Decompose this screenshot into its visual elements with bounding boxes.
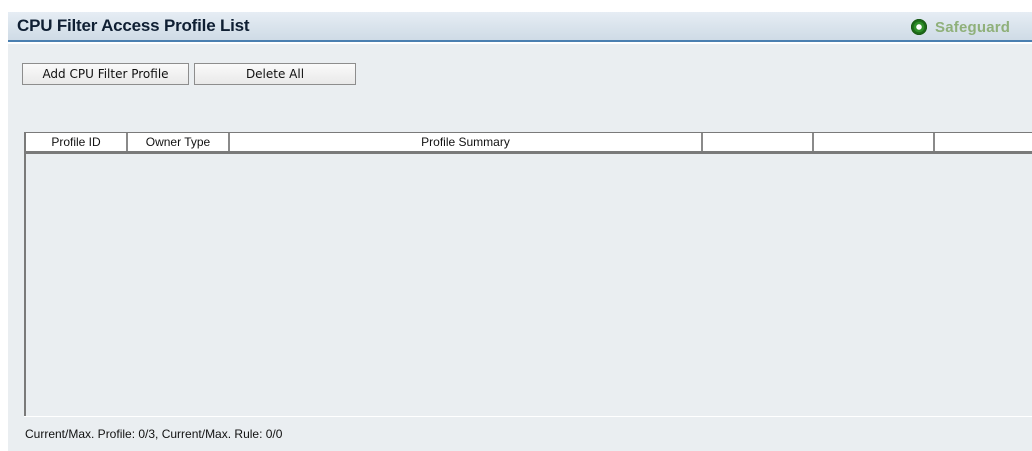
safeguard-status-icon [911,19,927,35]
column-header-blank-2 [814,133,935,151]
column-header-owner-type: Owner Type [128,133,230,151]
safeguard-label: Safeguard [935,18,1011,36]
table-header: Profile ID Owner Type Profile Summary [26,132,1032,154]
column-header-profile-summary: Profile Summary [230,133,703,151]
column-header-profile-id: Profile ID [26,133,128,151]
profile-table: Profile ID Owner Type Profile Summary [24,132,1032,417]
content-area: Add CPU Filter Profile Delete All Profil… [8,44,1032,451]
column-header-blank-1 [703,133,814,151]
page: CPU Filter Access Profile List Safeguard… [0,0,1032,451]
table-body [26,154,1032,417]
delete-all-button[interactable]: Delete All [194,63,356,85]
status-text: Current/Max. Profile: 0/3, Current/Max. … [25,427,283,441]
safeguard-indicator: Safeguard [911,16,1010,38]
page-title: CPU Filter Access Profile List [17,16,250,35]
title-bar: CPU Filter Access Profile List Safeguard [8,12,1032,42]
column-header-blank-3 [935,133,1032,151]
table-bottom-divider [24,416,1032,417]
add-cpu-filter-profile-button[interactable]: Add CPU Filter Profile [22,63,189,85]
